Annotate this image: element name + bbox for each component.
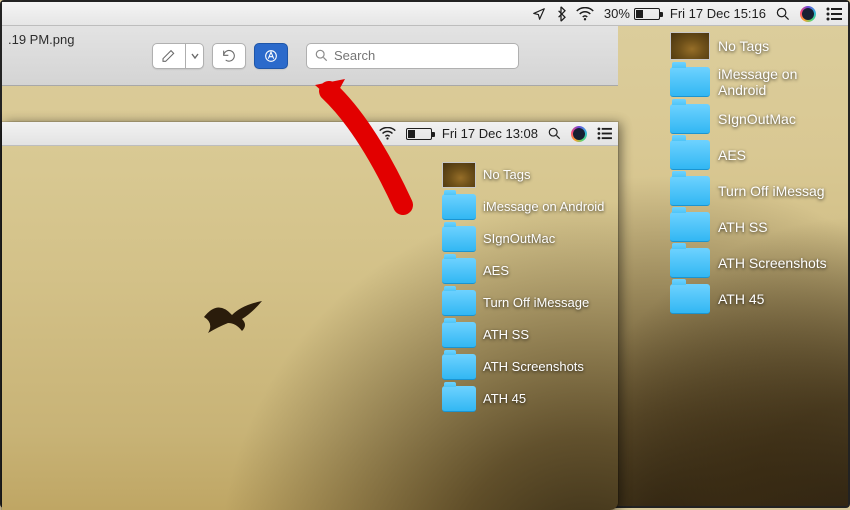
folder-icon [442,322,476,348]
inner-bluetooth-icon[interactable] [360,126,369,141]
desktop-folder[interactable]: ATH SS [670,212,840,242]
desktop-folder[interactable]: AES [670,140,840,170]
folder-label: ATH Screenshots [718,255,827,271]
folder-label: AES [718,147,746,163]
folder-icon [442,386,476,412]
highlight-button[interactable] [152,43,186,69]
search-input[interactable] [334,48,510,63]
desktop-folder[interactable]: ATH SS [442,322,610,348]
menubar-outer: 30% Fri 17 Dec 15:16 [2,2,848,26]
folder-label: SIgnOutMac [718,111,796,127]
desktop-folder[interactable]: iMessage on Android [670,66,840,98]
battery-percent: 30% [604,6,630,21]
window-filename: .19 PM.png [8,32,75,47]
menubar-datetime[interactable]: Fri 17 Dec 15:16 [670,6,766,21]
folder-label: ATH SS [718,219,768,235]
desktop-folder[interactable]: Turn Off iMessag [670,176,840,206]
folder-icon [670,67,710,97]
folder-icon [442,194,476,220]
inner-spotlight-icon[interactable] [548,127,561,140]
bluetooth-icon[interactable] [556,6,566,22]
folder-icon [442,258,476,284]
highlight-tool-group [152,43,204,69]
notification-center-icon[interactable] [826,7,842,21]
location-icon[interactable] [532,7,546,21]
desktop-folder[interactable]: ATH Screenshots [442,354,610,380]
inner-wifi-icon[interactable] [379,127,396,140]
folder-label: ATH 45 [483,392,526,407]
battery-icon [634,8,660,20]
wifi-icon[interactable] [576,7,594,21]
desktop-folder[interactable]: iMessage on Android [442,194,610,220]
desktop-folder[interactable]: SIgnOutMac [670,104,840,134]
desktop-folder[interactable]: ATH 45 [670,284,840,314]
folder-icon [670,104,710,134]
desktop-folder[interactable]: ATH Screenshots [670,248,840,278]
desktop-folder[interactable]: ATH 45 [442,386,610,412]
folder-label: iMessage on Android [718,66,840,98]
preview-toolbar: .19 PM.png [2,26,618,86]
rotate-button[interactable] [212,43,246,69]
inner-siri-icon[interactable] [571,126,587,142]
desktop-item-notags[interactable]: No Tags [442,162,610,188]
spotlight-icon[interactable] [776,7,790,21]
image-thumbnail-icon [670,32,710,60]
menubar-inner: Fri 17 Dec 13:08 [2,122,618,146]
inner-screenshot-window: Fri 17 Dec 13:08 No Tags iMessage on Andr… [2,122,618,510]
folder-icon [442,290,476,316]
folder-icon [670,284,710,314]
folder-label: Turn Off iMessag [718,183,825,199]
inner-notification-center-icon[interactable] [597,127,612,140]
inner-battery-icon[interactable] [406,128,432,140]
folder-icon [670,176,710,206]
folder-label: Turn Off iMessage [483,296,589,311]
folder-icon [442,226,476,252]
folder-label: No Tags [483,168,530,183]
folder-label: iMessage on Android [483,200,604,215]
search-icon [315,49,328,62]
folder-icon [670,140,710,170]
folder-label: No Tags [718,38,769,54]
markup-button[interactable] [254,43,288,69]
folder-icon [442,354,476,380]
search-field[interactable] [306,43,519,69]
folder-label: ATH Screenshots [483,360,584,375]
desktop-folder[interactable]: Turn Off iMessage [442,290,610,316]
desktop-item-notags[interactable]: No Tags [670,32,840,60]
inner-desktop-folders: No Tags iMessage on Android SIgnOutMac AES T… [442,162,610,412]
desktop-folder[interactable]: SIgnOutMac [442,226,610,252]
siri-icon[interactable] [800,6,816,22]
folder-icon [670,248,710,278]
folder-label: ATH SS [483,328,529,343]
battery-status[interactable]: 30% [604,6,660,21]
desktop-folder[interactable]: AES [442,258,610,284]
folder-label: AES [483,264,509,279]
folder-icon [670,212,710,242]
folder-label: SIgnOutMac [483,232,555,247]
wallpaper-eagle-icon [202,297,264,335]
highlight-dropdown-caret[interactable] [186,43,204,69]
image-thumbnail-icon [442,162,476,188]
inner-menubar-datetime[interactable]: Fri 17 Dec 13:08 [442,126,538,141]
folder-label: ATH 45 [718,291,764,307]
outer-desktop-folders: No Tags iMessage on Android SIgnOutMac AES T… [670,32,840,314]
